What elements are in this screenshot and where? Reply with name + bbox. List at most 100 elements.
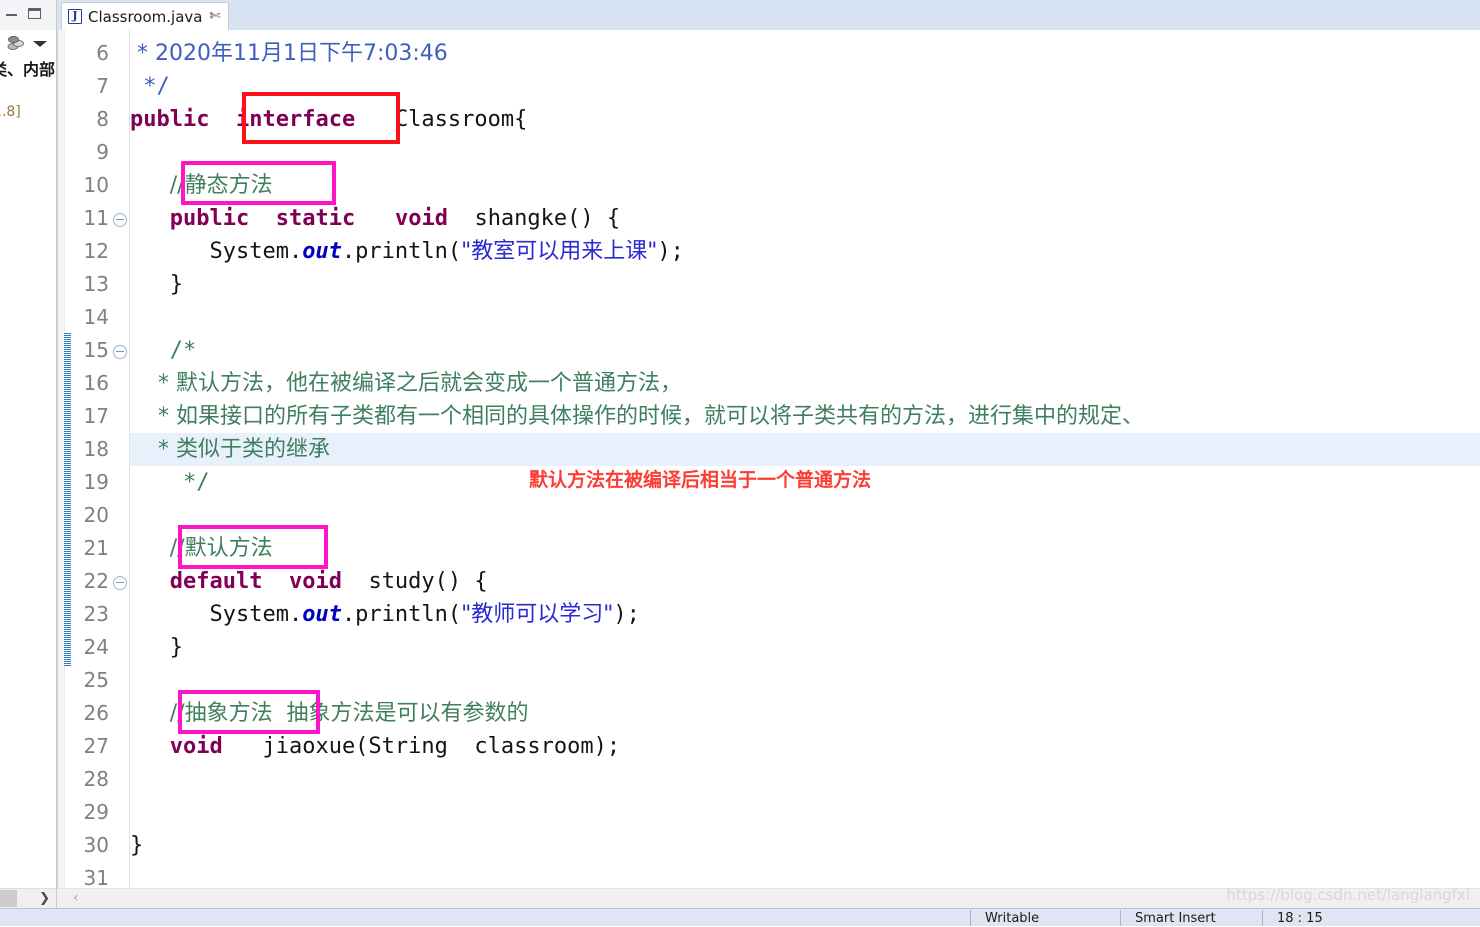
code-line: void jiaoxue(String classroom); (130, 730, 620, 763)
line-number: 16 (83, 371, 109, 395)
scroll-left-arrow-icon[interactable]: ‹ (73, 891, 79, 906)
left-view-actions (0, 30, 56, 56)
code-token: study() { (341, 569, 488, 594)
editor-area: Classroom.java ✄ 6 7 8 9 10 11 12 13 14 15 16 17 18 1… (57, 0, 1480, 908)
line-number: 23 (83, 602, 109, 626)
code-token: /* (130, 338, 197, 363)
code-line: System.out.println("教师可以学习"); (130, 598, 640, 631)
line-number: 8 (96, 107, 109, 131)
code-line: default void study() { (130, 565, 488, 598)
line-number: 13 (83, 272, 109, 296)
tab-title: Classroom.java (88, 7, 203, 26)
code-line: */ (130, 70, 170, 103)
line-number: 29 (83, 800, 109, 824)
line-number: 20 (83, 503, 109, 527)
code-token: "教室可以用来上课" (461, 239, 658, 264)
left-view-horizontal-scrollbar[interactable]: ❯ (0, 888, 56, 908)
left-view-truncated-text-2: -1.8] (0, 104, 21, 120)
java-file-icon (68, 9, 82, 24)
fold-collapse-icon[interactable] (113, 576, 127, 590)
interface-keyword-highlight (242, 92, 400, 144)
maximize-icon[interactable] (28, 8, 41, 19)
code-token: .println( (341, 602, 462, 627)
line-number: 24 (83, 635, 109, 659)
line-number: 15 (83, 338, 109, 362)
code-line: System.out.println("教室可以用来上课"); (130, 235, 684, 268)
status-separator (1120, 910, 1121, 926)
code-line: * 默认方法，他在被编译之后就会变成一个普通方法， (130, 367, 682, 400)
line-number: 10 (83, 173, 109, 197)
code-token: * 如果接口的所有子类都有一个相同的具体操作的时候，就可以将子类共有的方法，进行… (130, 404, 1144, 429)
view-menu-chevron-down-icon[interactable] (33, 41, 47, 47)
code-token: * 类似于类的继承 (130, 437, 330, 462)
beans-icon[interactable] (7, 35, 25, 51)
line-number: 17 (83, 404, 109, 428)
line-number: 11 (83, 206, 109, 230)
left-view-scroll-right-arrow-icon[interactable]: ❯ (39, 892, 50, 905)
code-token: out (302, 602, 342, 627)
code-token: .println( (341, 239, 462, 264)
code-token: } (130, 635, 183, 660)
code-token: static (275, 206, 356, 231)
code-token: * 2020年11月1日下午7:03:46 (130, 41, 448, 66)
status-bar: Writable Smart Insert 18 : 15 (0, 908, 1480, 926)
code-token: */ (130, 470, 210, 495)
left-view-toolbar (0, 0, 56, 30)
code-token: */ (130, 74, 170, 99)
code-token: System. (130, 239, 303, 264)
left-view-scroll-thumb[interactable] (0, 890, 17, 907)
editor-tab-classroom-java[interactable]: Classroom.java ✄ (61, 2, 230, 30)
line-number: 12 (83, 239, 109, 263)
code-token: "教师可以学习" (461, 602, 614, 627)
code-line: } (130, 268, 183, 301)
code-token: ); (657, 239, 684, 264)
code-token: out (302, 239, 342, 264)
status-separator (1262, 910, 1263, 926)
watermark: https://blog.csdn.net/langlangfxl (1226, 886, 1470, 904)
code-line: */ (130, 466, 210, 499)
status-writable: Writable (985, 911, 1040, 926)
current-line-highlight (130, 433, 1480, 466)
line-number: 31 (83, 866, 109, 890)
close-icon[interactable]: ✄ (209, 10, 220, 23)
code-token: default (169, 569, 263, 594)
abstract-method-comment-highlight (178, 690, 320, 734)
editor-tabbar: Classroom.java ✄ (57, 0, 1480, 30)
code-editor[interactable]: 6 7 8 9 10 11 12 13 14 15 16 17 18 19 20 21 22 23 24 25 26 27… (57, 30, 1480, 890)
default-method-note: 默认方法在被编译后相当于一个普通方法 (529, 469, 872, 491)
fold-collapse-icon[interactable] (113, 213, 127, 227)
code-token: System. (130, 602, 303, 627)
line-number: 6 (96, 41, 109, 65)
code-token: * 默认方法，他在被编译之后就会变成一个普通方法， (130, 371, 682, 396)
line-number: 25 (83, 668, 109, 692)
fold-collapse-icon[interactable] (113, 345, 127, 359)
status-separator (970, 910, 971, 926)
line-number-gutter[interactable]: 6 7 8 9 10 11 12 13 14 15 16 17 18 19 20 21 22 23 24 25 26 27… (71, 30, 130, 890)
code-line: } (130, 829, 143, 862)
minimize-icon[interactable] (6, 14, 17, 16)
code-line: * 2020年11月1日下午7:03:46 (130, 37, 448, 70)
code-token: ); (613, 602, 640, 627)
code-token: public (169, 206, 250, 231)
code-token: void (394, 206, 448, 231)
code-text[interactable]: * 2020年11月1日下午7:03:46 */public interface… (130, 30, 1480, 890)
line-number: 9 (96, 140, 109, 164)
static-method-comment-highlight (181, 161, 336, 205)
status-insert-mode: Smart Insert (1135, 911, 1216, 926)
code-token: jiaoxue(String classroom); (222, 734, 621, 759)
code-line: } (130, 631, 183, 664)
